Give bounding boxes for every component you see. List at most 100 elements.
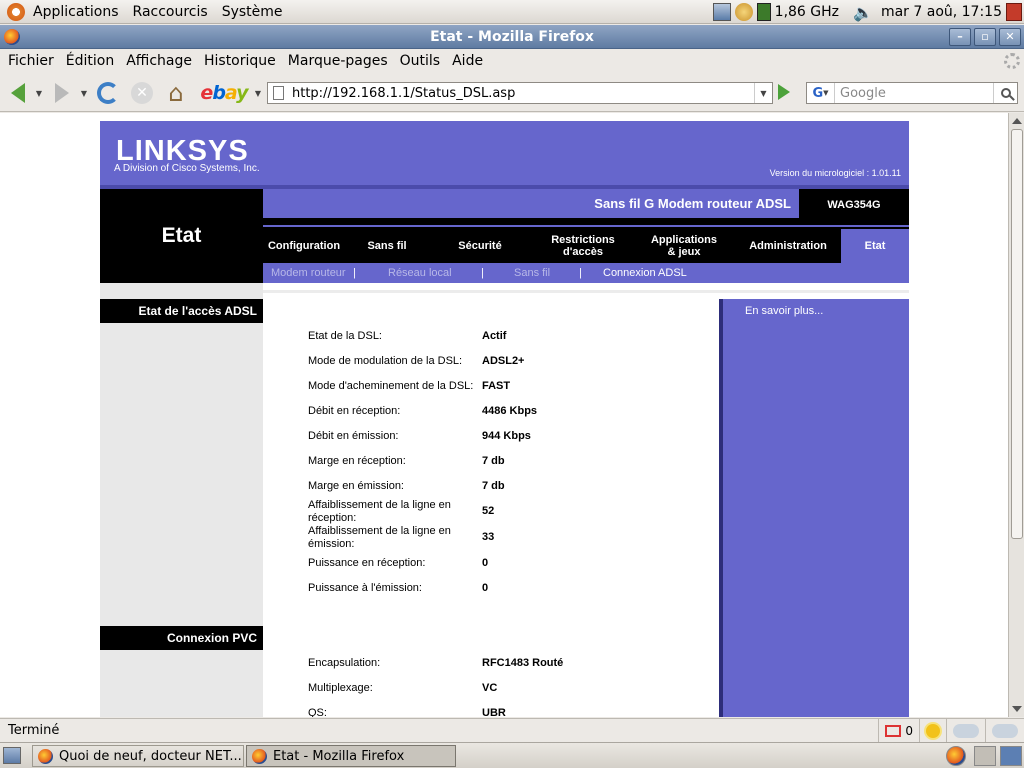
applications-menu[interactable]: Applications	[0, 0, 126, 24]
menu-historique[interactable]: Historique	[198, 53, 282, 69]
row-value: FAST	[482, 380, 511, 392]
left-column: Etat de l'accès ADSL Connexion PVC	[100, 283, 263, 717]
navigation-toolbar: ▼ ▼ ✕ ⌂ ebay ▼ http://192.168.1.1/Status…	[0, 74, 1024, 112]
row-label: Multiplexage:	[308, 682, 373, 694]
row-label: Débit en réception:	[308, 405, 401, 417]
menu-affichage[interactable]: Affichage	[120, 53, 198, 69]
clock[interactable]: mar 7 aoû, 17:15	[881, 4, 1002, 20]
show-desktop-icon[interactable]	[3, 747, 21, 764]
forward-button[interactable]	[50, 80, 74, 106]
subtab-modem-routeur[interactable]: Modem routeur	[271, 267, 346, 279]
maximize-button[interactable]: ▫	[974, 28, 996, 46]
back-arrow-icon	[11, 83, 25, 103]
row-value: 7 db	[482, 455, 505, 467]
content-top-rule	[263, 290, 909, 293]
linksys-header: LINKSYS A Division of Cisco Systems, Inc…	[100, 121, 909, 189]
row-value: 52	[482, 505, 495, 517]
system-tray: 1,86 GHz 🔈 mar 7 aoû, 17:15	[712, 0, 1024, 24]
system-menu[interactable]: Système	[215, 0, 290, 24]
row-value: RFC1483 Routé	[482, 657, 564, 669]
go-button[interactable]	[778, 84, 790, 100]
model-name: WAG354G	[827, 199, 881, 211]
url-history-dropdown[interactable]: ▼	[754, 83, 772, 103]
bottom-taskbar: Quoi de neuf, docteur NET... Etat - Mozi…	[0, 742, 1024, 768]
tab-securite[interactable]: Sécurité	[446, 229, 514, 263]
task-etat-firefox[interactable]: Etat - Mozilla Firefox	[246, 745, 456, 767]
firefox-icon[interactable]	[4, 29, 20, 45]
linksys-subtitle: A Division of Cisco Systems, Inc.	[114, 163, 260, 174]
tab-sans-fil[interactable]: Sans fil	[355, 229, 419, 263]
row-value: 0	[482, 557, 489, 569]
help-link[interactable]: En savoir plus...	[745, 305, 823, 317]
scroll-down-arrow-icon[interactable]	[1012, 706, 1022, 712]
update-notifier-icon[interactable]	[734, 3, 753, 21]
vertical-scrollbar[interactable]	[1008, 113, 1024, 717]
ebay-bookmark-button[interactable]: ebay	[200, 80, 248, 106]
minimize-button[interactable]: –	[949, 28, 971, 46]
volume-icon[interactable]: 🔈	[853, 3, 873, 22]
menu-edition[interactable]: Édition	[60, 53, 120, 69]
home-button[interactable]: ⌂	[162, 80, 190, 106]
row-value: ADSL2+	[482, 355, 525, 367]
row-label: Etat de la DSL:	[308, 330, 382, 342]
task-label: Etat - Mozilla Firefox	[273, 748, 405, 764]
firmware-version: Version du micrologiciel : 1.01.11	[769, 168, 901, 178]
menu-outils[interactable]: Outils	[394, 53, 446, 69]
menu-marque-pages[interactable]: Marque-pages	[282, 53, 394, 69]
menu-aide[interactable]: Aide	[446, 53, 489, 69]
sun-icon	[926, 723, 940, 738]
dropdown-arrow-icon: ▼	[254, 88, 262, 98]
stop-button[interactable]: ✕	[129, 80, 155, 106]
gmail-notifier[interactable]: 0	[878, 719, 919, 742]
tab-administration[interactable]: Administration	[744, 229, 832, 263]
window-titlebar[interactable]: Etat - Mozilla Firefox – ▫ ✕	[0, 25, 1024, 49]
weather-forecast-2[interactable]	[985, 718, 1024, 742]
task-quoi-de-neuf[interactable]: Quoi de neuf, docteur NET...	[32, 745, 244, 767]
ebay-logo-icon: ebay	[200, 82, 248, 104]
tab-configuration[interactable]: Configuration	[263, 229, 345, 263]
shortcuts-menu[interactable]: Raccourcis	[126, 0, 215, 24]
tab-applications-jeux[interactable]: Applications & jeux	[641, 229, 727, 263]
logout-icon[interactable]	[1006, 3, 1022, 21]
weather-now[interactable]	[919, 719, 946, 742]
back-button[interactable]	[6, 80, 30, 106]
workspace-1[interactable]	[946, 746, 966, 766]
cpu-frequency-icon[interactable]	[756, 3, 771, 21]
ebay-dropdown[interactable]: ▼	[252, 80, 264, 106]
row-label: QS:	[308, 707, 327, 717]
row-label: Marge en émission:	[308, 480, 404, 492]
product-name: Sans fil G Modem routeur ADSL	[263, 189, 799, 221]
home-icon: ⌂	[168, 79, 184, 107]
search-box[interactable]: G ▼ Google	[806, 82, 1018, 104]
tab-restrictions[interactable]: Restrictions d'accès	[541, 229, 625, 263]
search-engine-selector[interactable]: G ▼	[807, 83, 835, 103]
search-input[interactable]: Google	[835, 86, 993, 101]
help-column: En savoir plus...	[719, 299, 909, 717]
partly-cloudy-icon	[992, 718, 1018, 738]
search-button[interactable]	[993, 83, 1017, 103]
weather-forecast-1[interactable]	[946, 718, 985, 742]
subtab-reseau-local[interactable]: Réseau local	[388, 267, 452, 279]
back-history-dropdown[interactable]: ▼	[33, 80, 45, 106]
subtab-sans-fil[interactable]: Sans fil	[514, 267, 550, 279]
dropdown-arrow-icon: ▼	[35, 88, 43, 98]
network-monitor-icon[interactable]	[712, 3, 731, 21]
menu-fichier[interactable]: Fichier	[2, 53, 60, 69]
forward-history-dropdown[interactable]: ▼	[78, 80, 90, 106]
close-button[interactable]: ✕	[999, 28, 1021, 46]
row-label: Encapsulation:	[308, 657, 381, 669]
row-label: Puissance en réception:	[308, 557, 426, 569]
workspace-2[interactable]	[974, 746, 996, 766]
tab-etat[interactable]: Etat	[841, 229, 909, 263]
reload-button[interactable]	[95, 80, 121, 106]
scroll-up-arrow-icon[interactable]	[1012, 118, 1022, 124]
subtab-connexion-adsl[interactable]: Connexion ADSL	[603, 267, 687, 279]
row-label: Mode d'acheminement de la DSL:	[308, 380, 474, 392]
page-icon	[273, 86, 284, 100]
scrollbar-thumb[interactable]	[1011, 129, 1023, 539]
url-bar[interactable]: http://192.168.1.1/Status_DSL.asp ▼	[267, 82, 773, 104]
trash-icon[interactable]	[1000, 746, 1022, 766]
ubuntu-logo-icon	[7, 2, 25, 21]
row-value: UBR	[482, 707, 506, 717]
row-value: 944 Kbps	[482, 430, 531, 442]
